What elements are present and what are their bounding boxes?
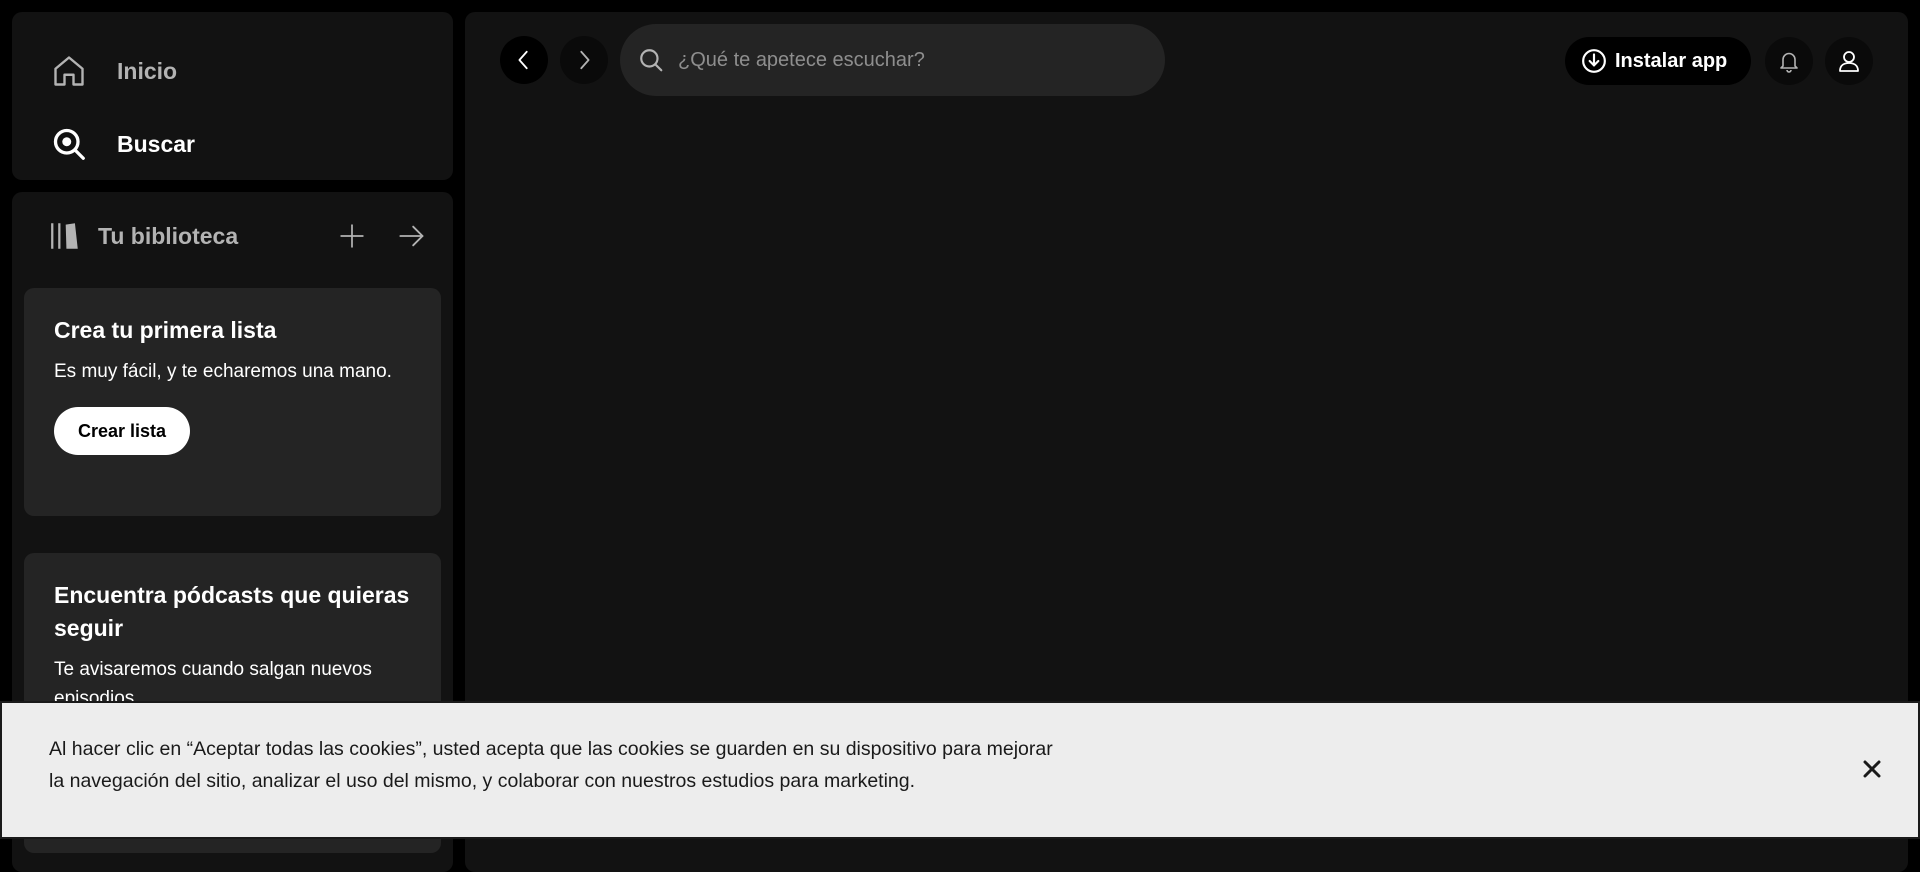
sidebar-item-search[interactable]: Buscar <box>49 119 195 169</box>
chevron-right-icon <box>580 50 590 70</box>
install-app-button[interactable]: Instalar app <box>1565 37 1752 85</box>
library-header: Tu biblioteca <box>48 214 433 258</box>
library-title[interactable]: Tu biblioteca <box>98 223 238 250</box>
sidebar-nav: Inicio Buscar <box>12 12 453 180</box>
user-menu-button[interactable] <box>1825 37 1873 85</box>
cookie-banner: Al hacer clic en “Aceptar todas las cook… <box>0 701 1920 839</box>
library-actions <box>331 215 433 257</box>
cookie-banner-text: Al hacer clic en “Aceptar todas las cook… <box>49 738 1053 792</box>
card-title: Crea tu primera lista <box>54 317 277 343</box>
library-icon[interactable] <box>48 219 82 253</box>
search-icon <box>638 47 664 73</box>
close-banner-button[interactable] <box>1854 751 1890 787</box>
sidebar-item-label: Buscar <box>117 130 195 157</box>
create-playlist-cta-button[interactable]: Crear lista <box>54 407 191 455</box>
search-bar[interactable] <box>620 24 1165 96</box>
install-app-label: Instalar app <box>1615 49 1728 72</box>
plus-icon <box>340 224 364 248</box>
forward-button[interactable] <box>560 36 608 84</box>
arrow-right-icon <box>399 225 424 247</box>
close-icon <box>1863 760 1881 778</box>
user-icon <box>1839 51 1859 72</box>
create-playlist-card: Crea tu primera lista Es muy fácil, y te… <box>24 288 441 516</box>
sidebar-item-home[interactable]: Inicio <box>49 46 177 96</box>
back-button[interactable] <box>500 36 548 84</box>
download-icon <box>1581 48 1607 74</box>
expand-library-button[interactable] <box>391 215 433 257</box>
notifications-button[interactable] <box>1765 37 1813 85</box>
card-title: Encuentra pódcasts que quieras seguir <box>54 582 410 641</box>
create-playlist-button[interactable] <box>331 215 373 257</box>
home-icon <box>49 51 89 91</box>
search-icon <box>49 124 89 164</box>
sidebar-item-label: Inicio <box>117 57 178 84</box>
chevron-left-icon <box>518 50 528 70</box>
card-text: Es muy fácil, y te echaremos una mano. <box>54 361 392 382</box>
bell-icon <box>1780 52 1798 73</box>
search-input[interactable] <box>676 47 1146 73</box>
